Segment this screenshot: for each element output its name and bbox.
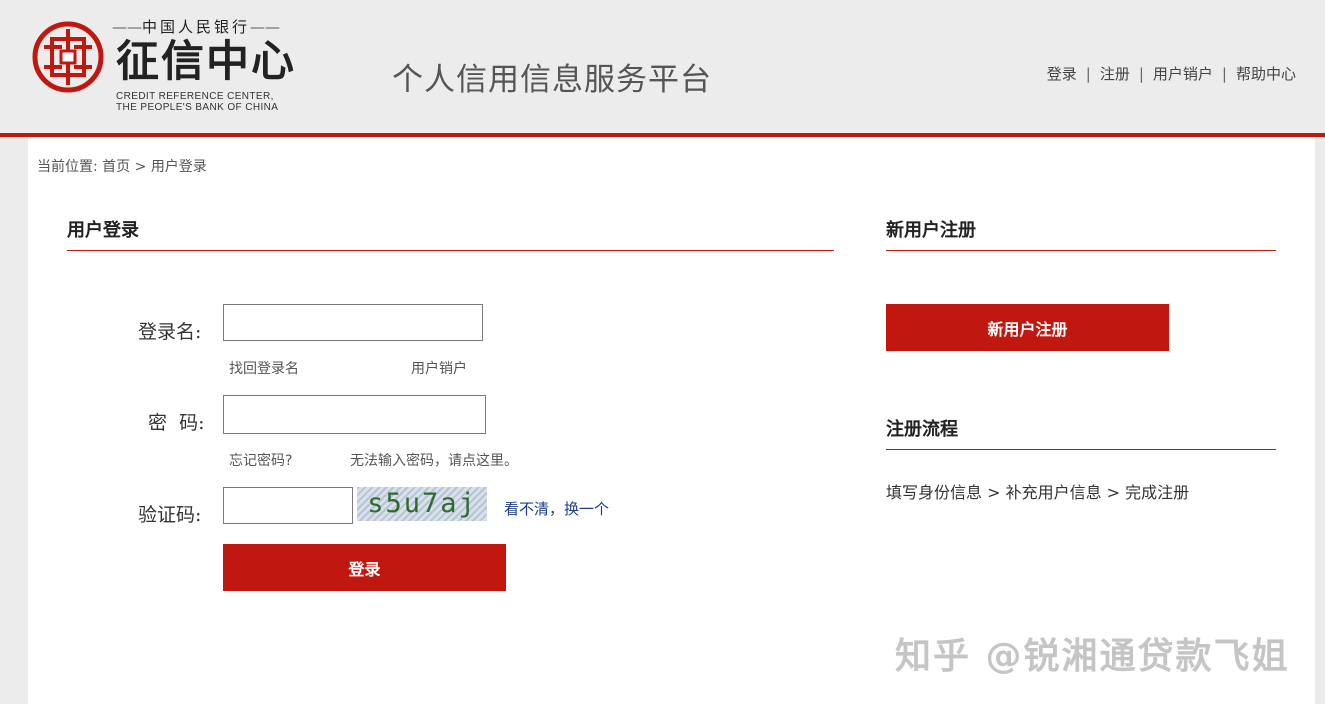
nav-register-link[interactable]: 注册 [1100, 65, 1130, 83]
register-divider [886, 250, 1276, 251]
captcha-image[interactable]: s5u7aj [357, 487, 487, 521]
login-divider [67, 250, 834, 251]
logo-main-text: 征信中心 [116, 37, 296, 87]
register-section-title: 新用户注册 [886, 220, 976, 241]
credit-center-emblem-icon [32, 21, 104, 93]
platform-title: 个人信用信息服务平台 [392, 62, 712, 98]
password-input[interactable] [223, 395, 486, 434]
username-label: 登录名: [138, 321, 202, 343]
cannot-input-password-link[interactable]: 无法输入密码，请点这里。 [350, 450, 518, 470]
captcha-label: 验证码: [138, 504, 202, 526]
breadcrumb-current: 用户登录 [150, 159, 207, 175]
nav-login-link[interactable]: 登录 [1047, 65, 1077, 83]
site-header: ——中国人民银行—— 征信中心 CREDIT REFERENCE CENTER,… [0, 0, 1325, 137]
logo-top-text: ——中国人民银行—— [112, 18, 281, 36]
logo-english-text: CREDIT REFERENCE CENTER, THE PEOPLE'S BA… [116, 91, 279, 113]
breadcrumb: 当前位置: 首页 > 用户登录 [37, 159, 207, 175]
new-user-register-button[interactable]: 新用户注册 [886, 304, 1169, 351]
recover-username-link[interactable]: 找回登录名 [229, 358, 299, 378]
username-input[interactable] [223, 304, 483, 341]
cancel-account-link[interactable]: 用户销户 [411, 358, 467, 378]
register-flow-divider [886, 449, 1276, 450]
forgot-password-link[interactable]: 忘记密码? [229, 450, 292, 470]
login-button[interactable]: 登录 [223, 544, 506, 591]
nav-cancel-account-link[interactable]: 用户销户 [1153, 65, 1213, 83]
watermark-text: 知乎 @锐湘通贷款飞姐 [895, 636, 1290, 677]
top-nav: 登录 | 注册 | 用户销户 | 帮助中心 [1046, 65, 1296, 83]
register-flow-steps: 填写身份信息 > 补充用户信息 > 完成注册 [886, 483, 1190, 502]
main-content: 当前位置: 首页 > 用户登录 用户登录 登录名: 找回登录名 用户销户 密 码… [28, 137, 1315, 704]
register-flow-title: 注册流程 [886, 419, 958, 440]
nav-help-center-link[interactable]: 帮助中心 [1236, 65, 1296, 83]
login-section-title: 用户登录 [67, 220, 139, 241]
captcha-input[interactable] [223, 487, 353, 524]
password-label: 密 码: [148, 412, 205, 434]
breadcrumb-home-link[interactable]: 首页 [102, 159, 130, 175]
captcha-refresh-link[interactable]: 看不清，换一个 [504, 498, 609, 519]
